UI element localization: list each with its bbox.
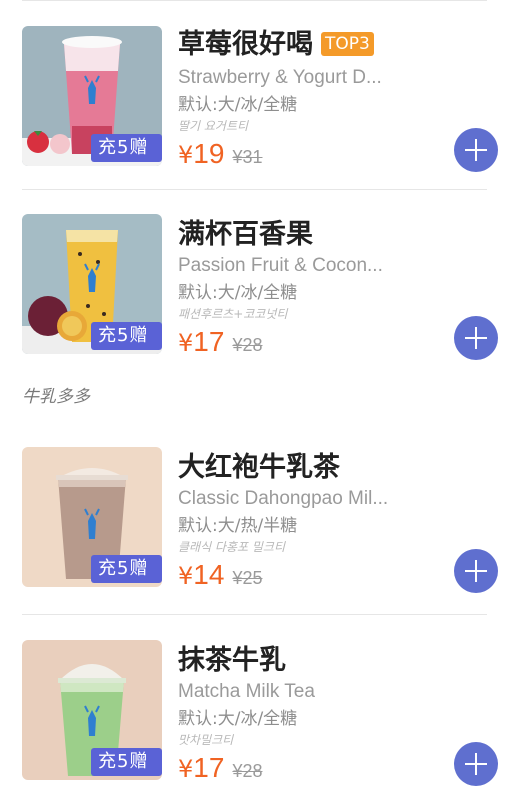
divider (22, 614, 487, 615)
product-english-name: Strawberry & Yogurt D... (178, 67, 382, 88)
product-options: 默认:大/热/半糖 (178, 516, 298, 536)
promo-badge: 充5赠3 (91, 322, 162, 354)
original-price: ¥28 (232, 761, 263, 781)
product-card-strawberry[interactable]: 充5赠3 草莓很好喝TOP3 Strawberry & Yogurt D... … (0, 26, 519, 190)
original-price: ¥31 (232, 147, 263, 167)
current-price: 19 (193, 138, 225, 169)
product-english-name: Classic Dahongpao Mil... (178, 488, 389, 509)
product-card-dahongpao[interactable]: 充5赠3 大红袍牛乳茶 Classic Dahongpao Mil... 默认:… (0, 447, 519, 615)
add-to-cart-button[interactable] (454, 742, 498, 786)
divider (22, 189, 487, 190)
current-price: 17 (193, 326, 225, 357)
product-name-row: 大红袍牛乳茶 (178, 451, 340, 485)
product-korean-name: 맛차밀크티 (178, 733, 234, 747)
product-name-row: 满杯百香果 (178, 218, 313, 252)
product-image[interactable]: 充5赠3 (22, 26, 162, 166)
product-korean-name: 클래식 다홍포 밀크티 (178, 540, 285, 554)
promo-badge: 充5赠3 (91, 134, 162, 166)
original-price: ¥25 (232, 568, 263, 588)
product-english-name: Matcha Milk Tea (178, 681, 315, 702)
product-korean-name: 패션후르츠+코코넛티 (178, 307, 288, 321)
product-english-name: Passion Fruit & Cocon... (178, 255, 383, 276)
top-divider (22, 0, 487, 1)
product-image[interactable]: 充5赠3 (22, 214, 162, 354)
product-name-row: 抹茶牛乳 (178, 644, 286, 678)
current-price: 14 (193, 559, 225, 590)
price-row: ¥17 ¥28 (178, 326, 262, 362)
add-to-cart-button[interactable] (454, 316, 498, 360)
promo-badge: 充5赠3 (91, 748, 162, 780)
currency-symbol: ¥ (178, 755, 194, 783)
currency-symbol: ¥ (178, 141, 194, 169)
promo-badge: 充5赠3 (91, 555, 162, 587)
top-rank-badge: TOP3 (321, 32, 374, 56)
product-image[interactable]: 充5赠3 (22, 640, 162, 780)
add-to-cart-button[interactable] (454, 549, 498, 593)
product-name: 草莓很好喝 (178, 29, 313, 60)
product-card-passion-fruit[interactable]: 充5赠3 满杯百香果 Passion Fruit & Cocon... 默认:大… (0, 214, 519, 380)
category-title: 牛乳多多 (22, 387, 90, 407)
product-name: 满杯百香果 (178, 219, 313, 250)
product-image[interactable]: 充5赠3 (22, 447, 162, 587)
product-options: 默认:大/冰/全糖 (178, 283, 298, 303)
product-card-matcha[interactable]: 充5赠3 抹茶牛乳 Matcha Milk Tea 默认:大/冰/全糖 맛차밀크… (0, 640, 519, 792)
original-price: ¥28 (232, 335, 263, 355)
currency-symbol: ¥ (178, 329, 194, 357)
current-price: 17 (193, 752, 225, 783)
price-row: ¥17 ¥28 (178, 752, 262, 788)
product-name: 抹茶牛乳 (178, 645, 286, 676)
product-korean-name: 딸기 요거트티 (178, 119, 249, 133)
product-name: 大红袍牛乳茶 (178, 452, 340, 483)
price-row: ¥14 ¥25 (178, 559, 262, 595)
product-name-row: 草莓很好喝 TOP3 (178, 28, 374, 62)
product-options: 默认:大/冰/全糖 (178, 709, 298, 729)
currency-symbol: ¥ (178, 562, 194, 590)
product-options: 默认:大/冰/全糖 (178, 95, 298, 115)
price-row: ¥19 ¥31 (178, 138, 262, 174)
add-to-cart-button[interactable] (454, 128, 498, 172)
